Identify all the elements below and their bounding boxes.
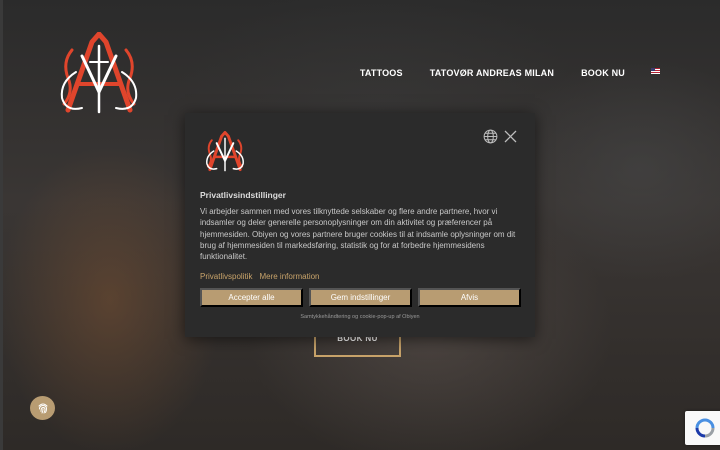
consent-buttons: Accepter alle Gem indstillinger Afvis — [200, 288, 527, 307]
privacy-policy-link[interactable]: Privatlivspolitik — [200, 272, 252, 281]
consent-footer[interactable]: Samtykkehåndtering og cookie-pop-up af O… — [185, 314, 535, 320]
consent-title: Privatlivsindstillinger — [200, 190, 286, 200]
nav-item-tatovor-andreas-milan[interactable]: TATOVØR ANDREAS MILAN — [430, 68, 554, 78]
recaptcha-icon — [695, 418, 715, 438]
consent-description: Vi arbejder sammen med vores tilknyttede… — [200, 207, 516, 262]
fingerprint-icon — [38, 403, 47, 414]
page-edge — [0, 0, 3, 450]
main-nav: TATTOOS TATOVØR ANDREAS MILAN BOOK NU — [333, 68, 660, 78]
am-monogram-logo-icon[interactable] — [52, 32, 146, 116]
recaptcha-badge[interactable] — [685, 411, 720, 445]
nav-item-book-nu[interactable]: BOOK NU — [581, 68, 625, 78]
privacy-settings-button[interactable] — [30, 396, 55, 420]
us-flag-icon[interactable] — [651, 68, 660, 74]
nav-item-tattoos[interactable]: TATTOOS — [360, 68, 403, 78]
consent-links: Privatlivspolitik Mere information — [200, 272, 327, 281]
globe-icon[interactable] — [483, 129, 498, 144]
accept-all-button[interactable]: Accepter alle — [200, 288, 303, 307]
cookie-consent-dialog: Privatlivsindstillinger Vi arbejder samm… — [185, 113, 535, 337]
close-icon[interactable] — [504, 130, 517, 143]
more-information-link[interactable]: Mere information — [259, 272, 319, 281]
save-settings-button[interactable]: Gem indstillinger — [309, 288, 412, 307]
reject-button[interactable]: Afvis — [418, 288, 521, 307]
am-monogram-logo-icon — [206, 131, 244, 172]
